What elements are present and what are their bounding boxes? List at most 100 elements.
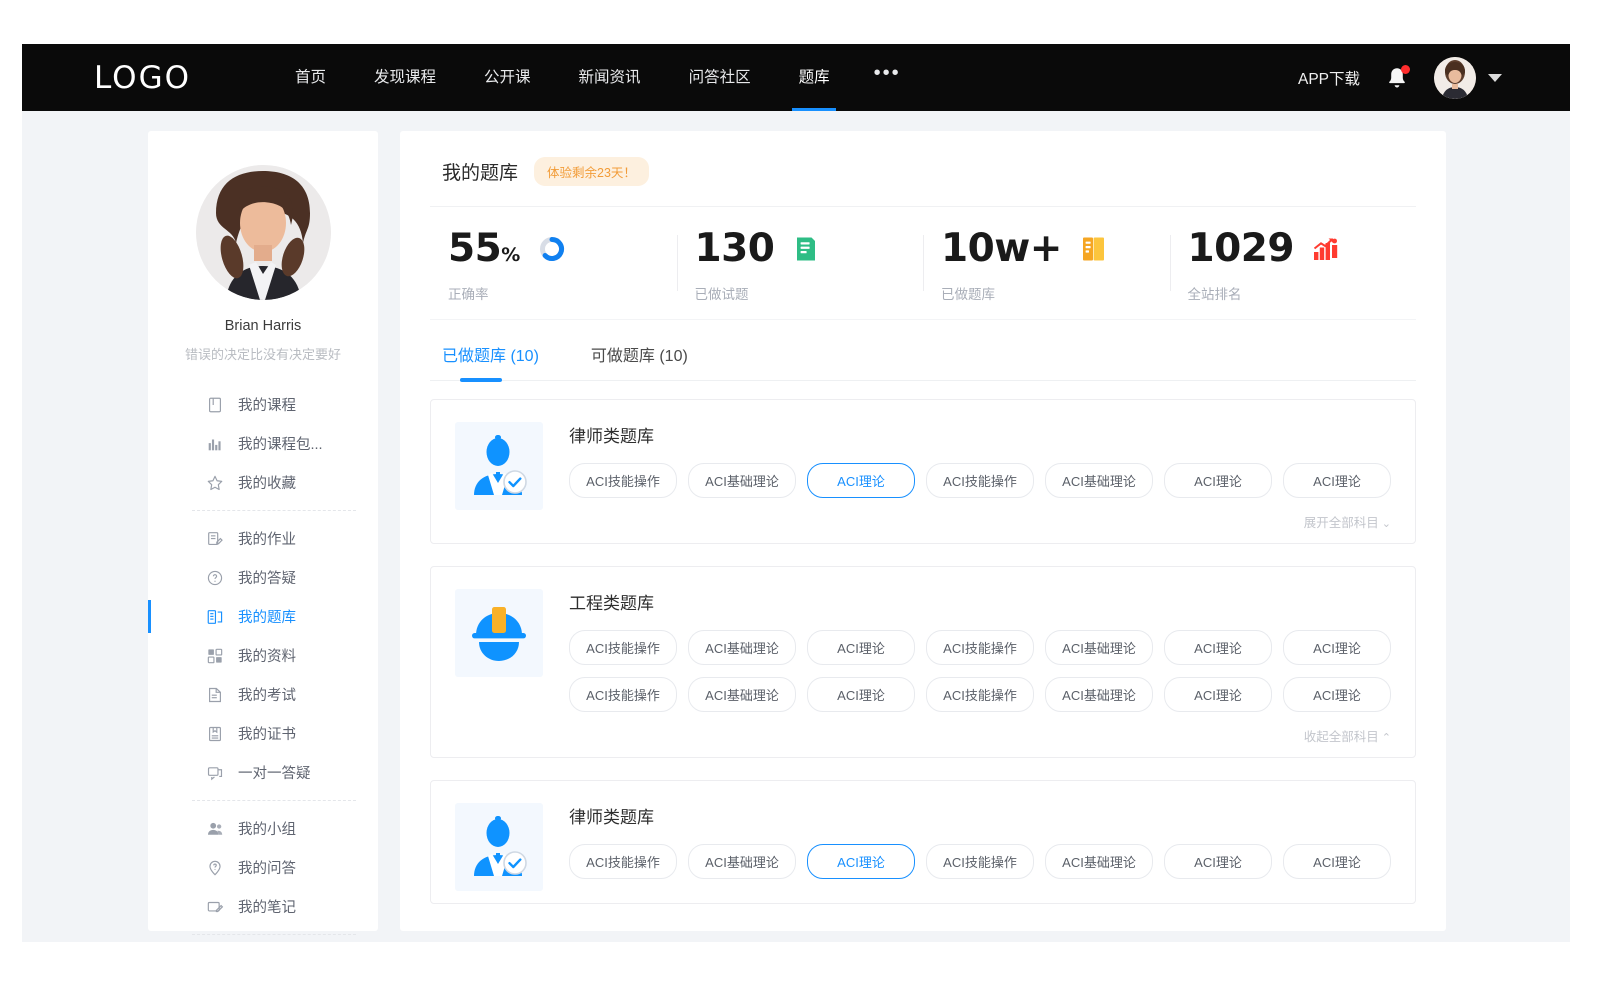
subject-tag[interactable]: ACI理论 [1283,630,1391,665]
sidebar-item-3[interactable]: 我的作业 [148,519,378,558]
card-title: 工程类题库 [569,589,1391,614]
subject-tag[interactable]: ACI理论 [807,630,915,665]
subject-tag[interactable]: ACI基础理论 [688,844,796,879]
menu-divider [192,510,356,511]
expand-subjects-label: 展开全部科目 [1304,516,1379,530]
subject-tag[interactable]: ACI技能操作 [569,630,677,665]
sidebar-item-9[interactable]: 一对一答疑 [148,753,378,792]
stat-number: 130 [695,226,775,271]
subject-tag[interactable]: ACI基础理论 [1045,844,1153,879]
nav-item-0[interactable]: 首页 [271,44,350,111]
subject-tag[interactable]: ACI理论 [807,677,915,712]
subject-tag[interactable]: ACI理论 [1164,844,1272,879]
subject-tag[interactable]: ACI理论 [807,844,915,879]
subject-tag[interactable]: ACI理论 [1164,463,1272,498]
page-root: LOGO 首页发现课程公开课新闻资讯问答社区题库 ••• APP下载 [0,0,1600,990]
subject-tag[interactable]: ACI基础理论 [1045,630,1153,665]
card-body: 律师类题库ACI技能操作ACI基础理论ACI理论ACI技能操作ACI基础理论AC… [569,803,1391,891]
card-body: 工程类题库ACI技能操作ACI基础理论ACI理论ACI技能操作ACI基础理论AC… [569,589,1391,745]
chevron-up-icon: ⌃ [1382,732,1391,744]
profile-avatar [196,165,331,300]
expand-subjects-label: 收起全部科目 [1304,730,1379,744]
user-avatar[interactable] [1434,57,1476,99]
nav-item-1[interactable]: 发现课程 [350,44,460,111]
sidebar-item-5[interactable]: 我的题库 [148,597,378,636]
stat-top: 1029 [1188,229,1417,268]
sidebar-item-label: 我的作业 [238,528,296,549]
question-bank-card[interactable]: 工程类题库ACI技能操作ACI基础理论ACI理论ACI技能操作ACI基础理论AC… [430,566,1416,758]
subject-tag[interactable]: ACI理论 [1283,677,1391,712]
app-download-link[interactable]: APP下载 [1298,67,1360,89]
nav-item-5[interactable]: 题库 [775,44,854,111]
subject-tag[interactable]: ACI基础理论 [1045,463,1153,498]
main-panel: 我的题库 体验剩余23天！ 55%正确率130已做试题10w+已做题库1029全… [400,131,1446,931]
sidebar-item-1[interactable]: 我的课程包... [148,424,378,463]
sidebar-item-0[interactable]: 我的课程 [148,385,378,424]
sidebar-item-10[interactable]: 我的小组 [148,809,378,848]
nav-item-2[interactable]: 公开课 [460,44,555,111]
question-bank-card[interactable]: 律师类题库ACI技能操作ACI基础理论ACI理论ACI技能操作ACI基础理论AC… [430,399,1416,544]
stat-top: 55% [448,229,677,268]
tag-rows: ACI技能操作 ACI基础理论 ACI理论 ACI技能操作 ACI基础理论 ACI理论 AC… [569,630,1391,712]
user-menu[interactable] [1434,57,1502,99]
top-header: LOGO 首页发现课程公开课新闻资讯问答社区题库 ••• APP下载 [22,44,1570,111]
sidebar-item-8[interactable]: 我的证书 [148,714,378,753]
tag-rows: ACI技能操作 ACI基础理论 ACI理论 ACI技能操作 ACI基础理论 ACI理论 AC… [569,844,1391,879]
donut-progress-icon [538,235,566,263]
subject-tag[interactable]: ACI技能操作 [569,463,677,498]
body-wrap: Brian Harris 错误的决定比没有决定要好 我的课程我的课程包...我的… [22,111,1570,942]
subject-tag[interactable]: ACI基础理论 [1045,677,1153,712]
subject-tag[interactable]: ACI基础理论 [688,463,796,498]
subject-tag[interactable]: ACI技能操作 [569,677,677,712]
sidebar-item-12[interactable]: 我的笔记 [148,887,378,926]
site-logo[interactable]: LOGO [94,60,191,96]
nav-item-3[interactable]: 新闻资讯 [555,44,665,111]
subject-tag[interactable]: ACI技能操作 [926,463,1034,498]
subject-tag[interactable]: ACI理论 [1283,844,1391,879]
stat-number: 10w+ [941,226,1062,271]
qa-pin-icon [206,859,224,877]
subject-tag[interactable]: ACI技能操作 [926,630,1034,665]
tab-0[interactable]: 已做题库 (10) [442,342,539,380]
expand-subjects-toggle[interactable]: 收起全部科目⌃ [569,726,1391,745]
sidebar-item-label: 我的笔记 [238,896,296,917]
subject-tag[interactable]: ACI技能操作 [569,844,677,879]
expand-subjects-toggle[interactable]: 展开全部科目⌄ [569,512,1391,531]
sidebar-item-label: 我的题库 [238,606,296,627]
question-bank-card[interactable]: 律师类题库ACI技能操作ACI基础理论ACI理论ACI技能操作ACI基础理论AC… [430,780,1416,904]
sidebar-item-label: 我的考试 [238,684,296,705]
subject-tag[interactable]: ACI理论 [807,463,915,498]
subject-tag[interactable]: ACI理论 [1164,677,1272,712]
subject-tag[interactable]: ACI理论 [1283,463,1391,498]
homework-icon [206,530,224,548]
bell-icon[interactable] [1386,66,1408,90]
chevron-down-icon[interactable] [1488,74,1502,82]
nav-item-4[interactable]: 问答社区 [665,44,775,111]
sidebar-item-label: 我的问答 [238,857,296,878]
menu-divider [192,934,356,935]
sidebar-item-label: 我的收藏 [238,472,296,493]
subject-tag[interactable]: ACI技能操作 [926,844,1034,879]
book-icon [206,396,224,414]
sidebar-item-4[interactable]: 我的答疑 [148,558,378,597]
subject-tag[interactable]: ACI基础理论 [688,630,796,665]
profile-name: Brian Harris [148,318,378,334]
subject-tag[interactable]: ACI技能操作 [926,677,1034,712]
subject-tag[interactable]: ACI基础理论 [688,677,796,712]
nav-more-button[interactable]: ••• [854,44,921,111]
files-icon [206,647,224,665]
app-window: LOGO 首页发现课程公开课新闻资讯问答社区题库 ••• APP下载 [22,44,1570,942]
tag-row: ACI技能操作 ACI基础理论 ACI理论 ACI技能操作 ACI基础理论 ACI理论 AC… [569,677,1391,712]
sidebar-item-11[interactable]: 我的问答 [148,848,378,887]
card-list: 律师类题库ACI技能操作ACI基础理论ACI理论ACI技能操作ACI基础理论AC… [430,381,1416,904]
lawyer-avatar-icon [455,422,543,510]
sidebar-item-7[interactable]: 我的考试 [148,675,378,714]
stat-3: 1029全站排名 [1170,229,1417,303]
subject-tag[interactable]: ACI理论 [1164,630,1272,665]
sidebar-item-2[interactable]: 我的收藏 [148,463,378,502]
chevron-down-icon: ⌄ [1382,518,1391,530]
bar-chart-icon [206,435,224,453]
tab-1[interactable]: 可做题库 (10) [591,342,688,380]
green-paper-icon [792,235,820,263]
sidebar-item-6[interactable]: 我的资料 [148,636,378,675]
